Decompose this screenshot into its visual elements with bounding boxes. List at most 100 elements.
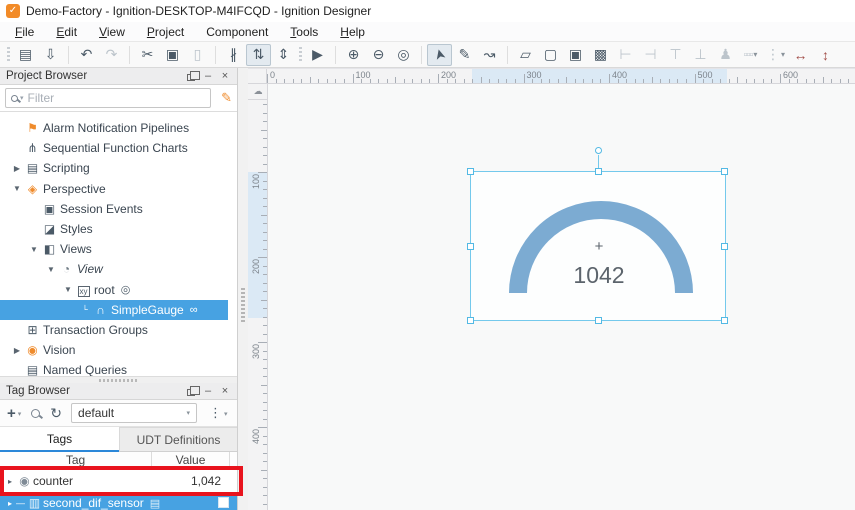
resize-handle-nw[interactable] <box>467 168 474 175</box>
spacing-horizontal-icon[interactable]: ▫▫▫▾ <box>738 44 763 66</box>
sidebar-item-session-events[interactable]: ▣Session Events <box>0 199 228 219</box>
sidebar-item-perspective[interactable]: ▼◈Perspective <box>0 179 228 199</box>
sidebar-item-vision[interactable]: ▶◉Vision <box>0 340 228 360</box>
rotation-handle[interactable] <box>595 147 602 154</box>
menu-component[interactable]: Component <box>195 23 279 41</box>
kebab-menu-icon[interactable]: ⋮ <box>209 405 222 421</box>
menu-project[interactable]: Project <box>136 23 195 41</box>
swap-order-icon[interactable]: ⇕ <box>271 44 296 66</box>
table-row-second-dif-sensor[interactable]: ▸ — ▥ second_dif_sensor ▤ <box>0 492 238 510</box>
sidebar-item-scripting[interactable]: ▶▤Scripting <box>0 158 228 178</box>
filter-highlight-icon[interactable]: ✎ <box>221 90 232 106</box>
menu-file[interactable]: File <box>4 23 45 41</box>
sidebar-item-styles[interactable]: ◪Styles <box>0 219 228 239</box>
preview-play-icon[interactable]: ▶ <box>305 44 330 66</box>
transaction-groups-icon: ⊞ <box>24 323 41 337</box>
chevron-collapsed-icon[interactable]: ▶ <box>10 164 24 173</box>
project-browser-header: Project Browser – × <box>0 68 238 85</box>
spacing-vertical-icon[interactable]: ⋮▾ <box>763 44 788 66</box>
float-panel-icon[interactable] <box>184 385 198 398</box>
minimize-panel-icon[interactable]: – <box>201 385 215 398</box>
match-width-icon[interactable]: ↔ <box>788 44 813 66</box>
redo-icon[interactable]: ↷ <box>99 44 124 66</box>
panel-splitter-horizontal[interactable] <box>0 376 238 383</box>
tab-udt-definitions[interactable]: UDT Definitions <box>119 427 238 452</box>
tab-tags[interactable]: Tags <box>0 427 119 452</box>
anchor-icon[interactable]: ♟ <box>713 44 738 66</box>
sidebar-item-root[interactable]: ▼xyroot◎ <box>0 280 228 300</box>
chevron-collapsed-icon[interactable]: ▶ <box>10 346 24 355</box>
tag-table-header: Tag Value <box>0 452 238 470</box>
column-header-tag[interactable]: Tag <box>0 452 152 469</box>
close-panel-icon[interactable]: × <box>218 385 232 398</box>
export-project-icon[interactable]: ⇩ <box>38 44 63 66</box>
sidebar-item-transaction-groups[interactable]: ⊞Transaction Groups <box>0 320 228 340</box>
menu-help[interactable]: Help <box>329 23 376 41</box>
add-tag-button[interactable]: + <box>7 403 16 423</box>
menu-tools[interactable]: Tools <box>279 23 329 41</box>
table-row-counter[interactable]: ▸ ◉ counter 1,042 <box>0 470 238 492</box>
resize-handle-w[interactable] <box>467 243 474 250</box>
search-tags-icon[interactable] <box>31 403 40 423</box>
zoom-in-icon[interactable]: ⊕ <box>341 44 366 66</box>
chevron-expanded-icon[interactable]: ▼ <box>10 184 24 193</box>
draw-path-icon[interactable]: ✎ <box>452 44 477 66</box>
sidebar-item-views[interactable]: ▼◧Views <box>0 239 228 259</box>
bring-forward-icon[interactable]: ▱ <box>513 44 538 66</box>
resize-handle-ne[interactable] <box>721 168 728 175</box>
align-top-icon[interactable]: ⊤ <box>663 44 688 66</box>
resize-handle-n[interactable] <box>595 168 602 175</box>
sidebar-item-simple-gauge[interactable]: └∩SimpleGauge∞ <box>0 300 228 320</box>
tag-provider-select[interactable]: default ▾ <box>71 403 197 423</box>
close-panel-icon[interactable]: × <box>218 70 232 83</box>
merge-conflict-icon[interactable]: ∦ <box>221 44 246 66</box>
float-panel-icon[interactable] <box>184 70 198 83</box>
rect-shape-icon[interactable]: ▢ <box>538 44 563 66</box>
edit-points-icon[interactable]: ↝ <box>477 44 502 66</box>
chevron-expanded-icon[interactable]: ▼ <box>27 245 41 254</box>
undo-icon[interactable]: ↶ <box>74 44 99 66</box>
simple-gauge-component[interactable]: + 1042 <box>470 171 726 321</box>
chevron-expanded-icon[interactable]: ▼ <box>44 265 58 274</box>
chevron-down-icon[interactable]: ▾ <box>224 410 228 418</box>
chevron-expanded-icon[interactable]: ▼ <box>61 285 75 294</box>
paste-icon[interactable]: ▣ <box>160 44 185 66</box>
sidebar-item-named-queries[interactable]: ▤Named Queries <box>0 360 228 376</box>
align-left-icon[interactable]: ⊢ <box>613 44 638 66</box>
expand-icon[interactable]: ▸ <box>4 477 16 486</box>
sidebar-item-sequential-function-charts[interactable]: ⋔Sequential Function Charts <box>0 138 228 158</box>
zoom-fit-icon[interactable]: ◎ <box>391 44 416 66</box>
zoom-out-icon[interactable]: ⊖ <box>366 44 391 66</box>
pointer-tool-icon[interactable]: ➤ <box>427 44 452 66</box>
resize-handle-se[interactable] <box>721 317 728 324</box>
sidebar-item-label: SimpleGauge <box>111 303 184 317</box>
send-backward-icon[interactable]: ▣ <box>563 44 588 66</box>
column-header-value[interactable]: Value <box>152 452 230 469</box>
panel-splitter-vertical[interactable] <box>238 68 248 510</box>
sidebar-item-alarm-notification-pipelines[interactable]: ⚑Alarm Notification Pipelines <box>0 118 228 138</box>
menu-edit[interactable]: Edit <box>45 23 88 41</box>
project-browser-title: Project Browser <box>6 70 87 82</box>
group-shapes-icon[interactable]: ▩ <box>588 44 613 66</box>
align-right-icon[interactable]: ⊣ <box>638 44 663 66</box>
tag-value-checkbox[interactable] <box>218 497 229 508</box>
menu-view[interactable]: View <box>88 23 136 41</box>
delete-icon[interactable]: ▯ <box>185 44 210 66</box>
sidebar-item-view[interactable]: ▼◔View <box>0 259 228 279</box>
expand-icon[interactable]: ▸ <box>4 499 16 508</box>
filter-input[interactable]: ▾ Filter <box>5 88 211 108</box>
minimize-panel-icon[interactable]: – <box>201 70 215 83</box>
chevron-down-icon[interactable]: ▾ <box>18 410 22 418</box>
align-bottom-icon[interactable]: ⊥ <box>688 44 713 66</box>
update-sort-icon[interactable]: ⇅ <box>246 44 271 66</box>
resize-handle-e[interactable] <box>721 243 728 250</box>
resize-handle-sw[interactable] <box>467 317 474 324</box>
design-canvas[interactable]: + 1042 <box>268 84 855 510</box>
refresh-icon[interactable]: ↻ <box>50 403 62 423</box>
match-height-icon[interactable]: ↕ <box>813 44 838 66</box>
chevron-down-icon: ▾ <box>753 50 757 59</box>
resize-handle-s[interactable] <box>595 317 602 324</box>
save-icon[interactable]: ▤ <box>13 44 38 66</box>
menu-bar: FileEditViewProjectComponentToolsHelp <box>0 22 855 42</box>
cut-icon[interactable]: ✂ <box>135 44 160 66</box>
